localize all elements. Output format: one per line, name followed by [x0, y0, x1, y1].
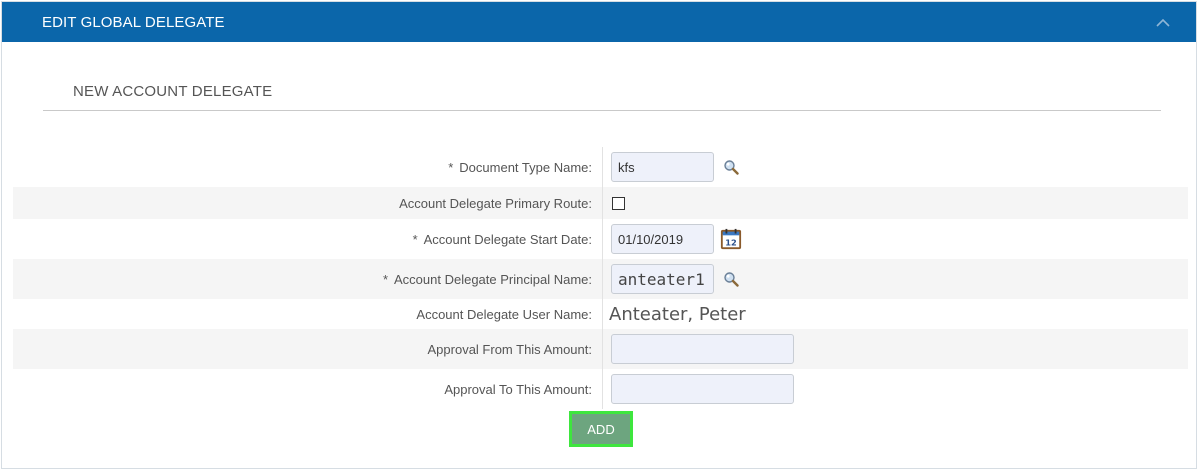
- calendar-icon[interactable]: 12: [720, 228, 742, 250]
- required-marker: *: [448, 159, 454, 175]
- principal-name-label: * Account Delegate Principal Name:: [382, 271, 592, 287]
- section-title: NEW ACCOUNT DELEGATE: [73, 83, 273, 100]
- section-divider: [43, 110, 1161, 111]
- user-name-label: Account Delegate User Name:: [416, 306, 592, 322]
- row-approval-to: Approval To This Amount:: [13, 369, 1188, 409]
- chevron-up-icon[interactable]: [1154, 15, 1172, 29]
- principal-name-input[interactable]: [611, 264, 714, 294]
- start-date-input[interactable]: [611, 224, 714, 254]
- approval-to-input[interactable]: [611, 374, 794, 404]
- search-icon[interactable]: [720, 156, 742, 178]
- document-type-label: * Document Type Name:: [448, 159, 592, 175]
- column-divider: [602, 259, 603, 299]
- required-marker: *: [382, 271, 388, 287]
- add-button-focus-outline: ADD: [569, 411, 633, 447]
- column-divider: [602, 187, 603, 219]
- document-type-input[interactable]: [611, 152, 714, 182]
- approval-from-input[interactable]: [611, 334, 794, 364]
- row-principal-name: * Account Delegate Principal Name:: [13, 259, 1188, 299]
- panel-header: EDIT GLOBAL DELEGATE: [2, 2, 1196, 42]
- required-marker: *: [412, 231, 418, 247]
- column-divider: [602, 369, 603, 409]
- row-user-name: Account Delegate User Name: Anteater, Pe…: [13, 299, 1188, 329]
- edit-global-delegate-panel: EDIT GLOBAL DELEGATE NEW ACCOUNT DELEGAT…: [1, 1, 1197, 469]
- panel-title: EDIT GLOBAL DELEGATE: [42, 13, 225, 31]
- approval-from-label: Approval From This Amount:: [427, 341, 593, 357]
- column-divider: [602, 299, 603, 329]
- start-date-label: * Account Delegate Start Date:: [412, 231, 592, 247]
- calendar-day: 12: [725, 237, 737, 247]
- row-approval-from: Approval From This Amount:: [13, 329, 1188, 369]
- row-primary-route: Account Delegate Primary Route:: [13, 187, 1188, 219]
- approval-to-label: Approval To This Amount:: [444, 381, 592, 397]
- primary-route-label: Account Delegate Primary Route:: [399, 195, 592, 211]
- user-name-value: Anteater, Peter: [609, 303, 746, 325]
- column-divider: [602, 219, 603, 259]
- column-divider: [602, 329, 603, 369]
- search-icon[interactable]: [720, 268, 742, 290]
- row-start-date: *Account Delegate Start Date: 12: [13, 219, 1188, 259]
- add-button[interactable]: ADD: [572, 414, 630, 444]
- primary-route-checkbox[interactable]: [612, 196, 625, 210]
- row-document-type: * Document Type Name:: [13, 147, 1188, 187]
- column-divider: [602, 147, 603, 187]
